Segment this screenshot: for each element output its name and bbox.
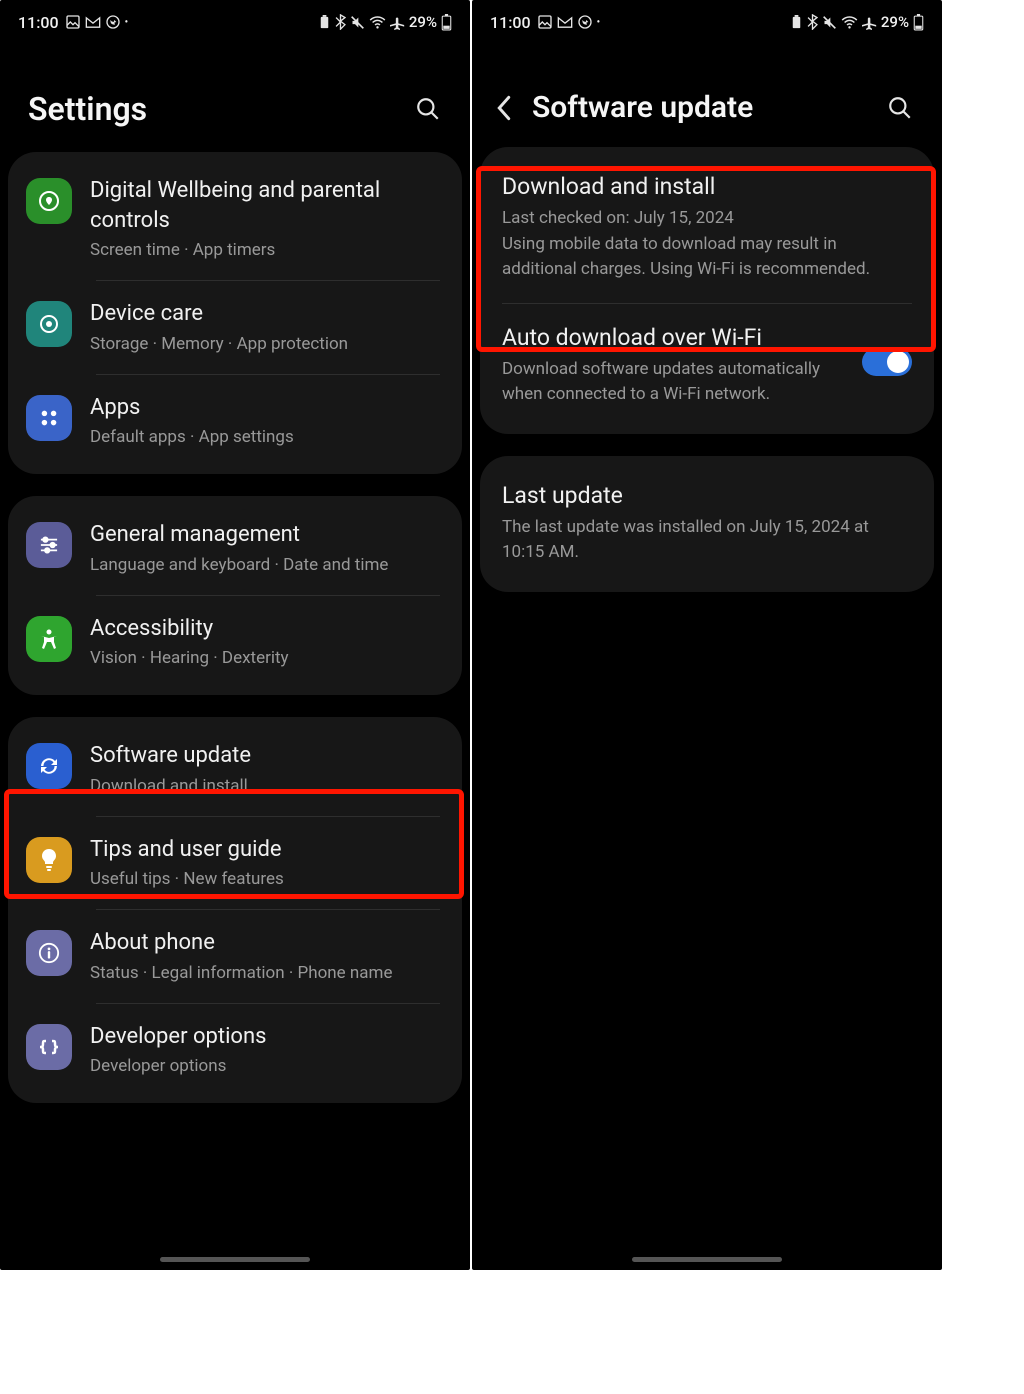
airplane-icon — [390, 15, 405, 30]
settings-item-devicecare[interactable]: Device care Storage · Memory · App prote… — [8, 281, 462, 374]
settings-item-title: Tips and user guide — [90, 835, 444, 865]
settings-item-sub: Storage · Memory · App protection — [90, 333, 444, 357]
settings-item-developer[interactable]: Developer options Developer options — [8, 1004, 462, 1097]
status-left-icons: • — [537, 14, 601, 30]
settings-item-about[interactable]: About phone Status · Legal information ·… — [8, 910, 462, 1003]
status-bar: 11:00 • 29% — [472, 0, 942, 44]
search-icon — [887, 95, 913, 121]
download-title: Download and install — [502, 173, 912, 200]
status-bar: 11:00 • 29% — [0, 0, 470, 44]
settings-item-sub: Screen time · App timers — [90, 239, 444, 263]
update-group-2: Last update The last update was installe… — [480, 456, 934, 592]
settings-item-title: Accessibility — [90, 614, 444, 644]
status-left-icons: • — [65, 14, 129, 30]
status-battery: 29% — [881, 13, 909, 31]
auto-download-switch[interactable] — [862, 348, 912, 376]
page-title: Settings — [28, 90, 147, 128]
search-button[interactable] — [886, 94, 914, 122]
status-time: 11:00 — [18, 13, 59, 32]
settings-header: Settings — [0, 44, 470, 152]
whatsapp-icon — [105, 14, 121, 30]
page-title: Software update — [532, 90, 753, 125]
settings-item-sub: Download and install — [90, 775, 444, 799]
settings-item-title: Device care — [90, 299, 444, 329]
last-update-item[interactable]: Last update The last update was installe… — [480, 462, 934, 586]
mute-icon — [350, 15, 365, 30]
battery-icon — [913, 14, 924, 31]
settings-group-3: Software update Download and install Tip… — [8, 717, 462, 1103]
settings-item-sub: Developer options — [90, 1055, 444, 1079]
settings-item-sub: Status · Legal information · Phone name — [90, 962, 444, 986]
battery-icon — [441, 14, 452, 31]
download-warning: Using mobile data to download may result… — [502, 232, 912, 283]
settings-item-title: Developer options — [90, 1022, 444, 1052]
gmail-icon — [85, 16, 101, 29]
update-group-1: Download and install Last checked on: Ju… — [480, 147, 934, 434]
dot-icon: • — [597, 17, 601, 28]
settings-item-sub: Language and keyboard · Date and time — [90, 554, 444, 578]
about-icon — [26, 930, 72, 976]
tips-icon — [26, 837, 72, 883]
nav-handle[interactable] — [632, 1257, 782, 1262]
image-icon — [65, 14, 81, 30]
settings-item-title: Software update — [90, 741, 444, 771]
settings-item-title: About phone — [90, 928, 444, 958]
accessibility-icon — [26, 616, 72, 662]
dot-icon: • — [125, 17, 129, 28]
settings-item-title: General management — [90, 520, 444, 550]
developer-icon — [26, 1024, 72, 1070]
battery-saver-icon — [790, 15, 803, 30]
settings-item-accessibility[interactable]: Accessibility Vision · Hearing · Dexteri… — [8, 596, 462, 689]
wifi-icon — [369, 16, 386, 29]
bluetooth-icon — [807, 14, 818, 30]
settings-item-tips[interactable]: Tips and user guide Useful tips · New fe… — [8, 817, 462, 910]
back-button[interactable] — [490, 94, 518, 122]
mute-icon — [822, 15, 837, 30]
download-last-checked: Last checked on: July 15, 2024 — [502, 206, 912, 232]
auto-download-item[interactable]: Auto download over Wi-Fi Download softwa… — [480, 304, 934, 428]
switch-knob — [887, 351, 909, 373]
settings-item-title: Digital Wellbeing and parental controls — [90, 176, 444, 235]
image-icon — [537, 14, 553, 30]
settings-item-apps[interactable]: Apps Default apps · App settings — [8, 375, 462, 468]
search-button[interactable] — [414, 95, 442, 123]
settings-screen: 11:00 • 29% Settings — [0, 0, 470, 1270]
last-update-title: Last update — [502, 482, 912, 509]
settings-group-1: Digital Wellbeing and parental controls … — [8, 152, 462, 474]
chevron-left-icon — [493, 95, 515, 121]
nav-handle[interactable] — [160, 1257, 310, 1262]
settings-item-sub: Vision · Hearing · Dexterity — [90, 647, 444, 671]
gmail-icon — [557, 16, 573, 29]
wellbeing-icon — [26, 178, 72, 224]
auto-download-sub: Download software updates automatically … — [502, 357, 832, 408]
bluetooth-icon — [335, 14, 346, 30]
search-icon — [415, 96, 441, 122]
last-update-sub: The last update was installed on July 15… — [502, 515, 912, 566]
general-icon — [26, 522, 72, 568]
battery-saver-icon — [318, 15, 331, 30]
settings-item-sub: Default apps · App settings — [90, 426, 444, 450]
download-install-item[interactable]: Download and install Last checked on: Ju… — [480, 153, 934, 303]
whatsapp-icon — [577, 14, 593, 30]
settings-item-sub: Useful tips · New features — [90, 868, 444, 892]
status-time: 11:00 — [490, 13, 531, 32]
wifi-icon — [841, 16, 858, 29]
software-update-screen: 11:00 • 29% Software update — [472, 0, 942, 1270]
status-battery: 29% — [409, 13, 437, 31]
apps-icon — [26, 395, 72, 441]
software-update-header: Software update — [472, 44, 942, 147]
auto-download-title: Auto download over Wi-Fi — [502, 324, 848, 351]
settings-group-2: General management Language and keyboard… — [8, 496, 462, 695]
settings-item-general[interactable]: General management Language and keyboard… — [8, 502, 462, 595]
settings-item-software-update[interactable]: Software update Download and install — [8, 723, 462, 816]
airplane-icon — [862, 15, 877, 30]
software-update-icon — [26, 743, 72, 789]
devicecare-icon — [26, 301, 72, 347]
settings-item-title: Apps — [90, 393, 444, 423]
settings-item-wellbeing[interactable]: Digital Wellbeing and parental controls … — [8, 158, 462, 281]
